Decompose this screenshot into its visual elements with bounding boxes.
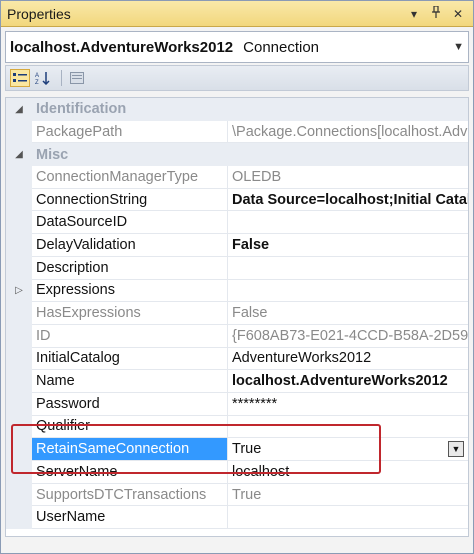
property-value[interactable]: False (228, 234, 468, 257)
property-name: Qualifier (32, 415, 228, 439)
property-value[interactable]: localhost (228, 461, 468, 484)
property-name: Name (32, 370, 228, 393)
property-value[interactable] (228, 211, 468, 235)
property-row-expressions[interactable]: ▷ Expressions (6, 279, 468, 303)
object-name: localhost.AdventureWorks2012 (10, 38, 234, 56)
property-name: HasExpressions (32, 302, 228, 325)
property-value: True (228, 484, 468, 507)
expand-icon[interactable]: ▷ (6, 279, 32, 303)
properties-window: Properties ▾ ✕ localhost.AdventureWorks2… (0, 0, 474, 554)
property-name: PackagePath (32, 120, 228, 144)
collapse-icon[interactable]: ◢ (6, 143, 32, 167)
property-value[interactable]: AdventureWorks2012 (228, 348, 468, 371)
property-value[interactable] (228, 506, 468, 530)
toolbar-divider (61, 70, 62, 86)
property-name: UserName (32, 506, 228, 530)
close-icon[interactable]: ✕ (449, 7, 467, 21)
property-row-name[interactable]: Name localhost.AdventureWorks2012 (6, 370, 468, 393)
dropdown-button[interactable]: ▼ (448, 441, 464, 458)
alphabetical-icon[interactable]: AZ (33, 69, 53, 87)
property-name: Description (32, 256, 228, 280)
category-misc[interactable]: ◢ Misc (6, 143, 468, 167)
property-row-servername[interactable]: ServerName localhost (6, 461, 468, 484)
categorized-icon[interactable] (10, 69, 30, 87)
chevron-down-icon[interactable]: ▼ (453, 41, 464, 53)
pin-icon[interactable] (427, 5, 445, 21)
property-value[interactable]: ******** (228, 393, 468, 416)
property-name: ID (32, 324, 228, 348)
property-name: ServerName (32, 461, 228, 484)
properties-toolbar: AZ (5, 65, 469, 91)
object-selector[interactable]: localhost.AdventureWorks2012 Connection … (5, 31, 469, 63)
category-label: Identification (32, 98, 468, 121)
property-name: Password (32, 392, 228, 416)
object-type: Connection (243, 38, 320, 56)
property-value[interactable] (228, 416, 468, 439)
category-identification[interactable]: ◢ Identification (6, 98, 468, 121)
property-grid: ◢ Identification PackagePath \Package.Co… (5, 97, 469, 537)
property-row-connectionstring[interactable]: ConnectionString Data Source=localhost;I… (6, 188, 468, 212)
property-value[interactable]: localhost.AdventureWorks2012 (228, 370, 468, 393)
svg-text:A: A (35, 73, 39, 79)
property-value: {F608AB73-E021-4CCD-B58A-2D59AF (228, 325, 468, 348)
property-row-hasexpressions[interactable]: HasExpressions False (6, 302, 468, 325)
property-name: InitialCatalog (32, 347, 228, 371)
window-title: Properties (7, 5, 71, 22)
property-value[interactable]: True (228, 438, 468, 461)
property-name: RetainSameConnection (32, 438, 228, 461)
property-pages-icon[interactable] (67, 69, 87, 87)
property-row-delayvalidation[interactable]: DelayValidation False (6, 234, 468, 257)
property-name: DataSourceID (32, 211, 228, 235)
property-name: Expressions (32, 279, 228, 303)
property-row-username[interactable]: UserName (6, 506, 468, 530)
chevron-down-icon[interactable]: ▾ (405, 7, 423, 21)
property-row-datasourceid[interactable]: DataSourceID (6, 211, 468, 235)
property-row-supportsdtctransactions[interactable]: SupportsDTCTransactions True (6, 483, 468, 507)
property-name: DelayValidation (32, 234, 228, 257)
property-value[interactable] (228, 280, 468, 303)
property-row-packagepath[interactable]: PackagePath \Package.Connections[localho… (6, 120, 468, 144)
collapse-icon[interactable]: ◢ (6, 98, 32, 121)
property-row-qualifier[interactable]: Qualifier (6, 415, 468, 439)
property-name: ConnectionString (32, 188, 228, 212)
category-label: Misc (32, 143, 468, 167)
property-row-connectionmanagertype[interactable]: ConnectionManagerType OLEDB (6, 166, 468, 189)
property-name: ConnectionManagerType (32, 166, 228, 189)
property-value[interactable] (228, 257, 468, 280)
property-value[interactable]: Data Source=localhost;Initial Catalo (228, 189, 468, 212)
property-row-initialcatalog[interactable]: InitialCatalog AdventureWorks2012 (6, 347, 468, 371)
property-row-password[interactable]: Password ******** (6, 392, 468, 416)
property-name: SupportsDTCTransactions (32, 483, 228, 507)
property-value: False (228, 302, 468, 325)
property-row-description[interactable]: Description (6, 256, 468, 280)
svg-text:Z: Z (35, 80, 39, 85)
property-row-id[interactable]: ID {F608AB73-E021-4CCD-B58A-2D59AF (6, 324, 468, 348)
title-bar: Properties ▾ ✕ (1, 1, 473, 27)
property-value: OLEDB (228, 166, 468, 189)
property-row-retainsameconnection[interactable]: RetainSameConnection True ▼ (6, 438, 468, 461)
property-value: \Package.Connections[localhost.Adve (228, 121, 468, 144)
